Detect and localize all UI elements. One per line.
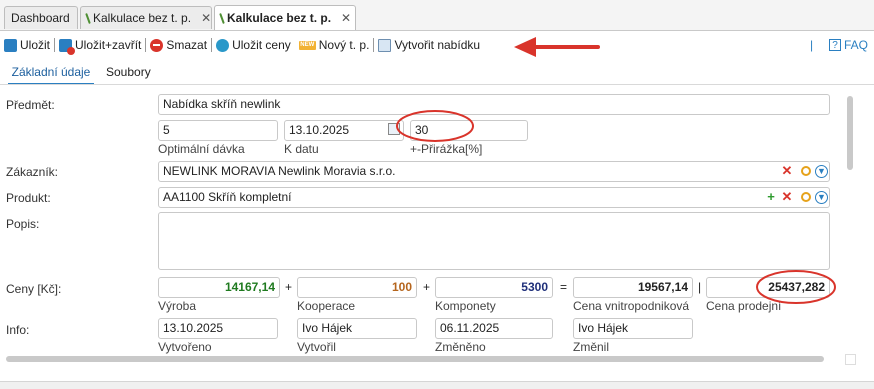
internal-price-label: Cena vnitropodniková	[573, 299, 690, 313]
delete-button[interactable]: Smazat	[146, 38, 211, 52]
surcharge-label: +-Přirážka[%]	[410, 142, 483, 156]
horizontal-scrollbar[interactable]	[6, 356, 824, 362]
divider	[0, 84, 874, 85]
created-label: Vytvořeno	[158, 340, 212, 354]
batch-label: Optimální dávka	[158, 142, 245, 156]
new-icon: NEW	[298, 40, 316, 50]
help-icon: ?	[828, 39, 841, 51]
prices-label: Ceny [Kč]:	[6, 282, 62, 296]
money-icon	[219, 12, 225, 24]
date-field[interactable]: 13.10.2025	[284, 120, 404, 141]
created-field[interactable]: 13.10.2025	[158, 318, 278, 339]
tab-files-label: Soubory	[106, 65, 151, 79]
subject-label: Předmět:	[6, 98, 55, 112]
production-label: Výroba	[158, 299, 197, 313]
description-field[interactable]	[158, 212, 830, 270]
batch-field[interactable]: 5	[158, 120, 278, 141]
changed-by-label: Změnil	[573, 340, 610, 354]
vertical-scrollbar[interactable]	[847, 96, 853, 170]
add-icon[interactable]: +	[764, 190, 778, 204]
save-icon	[4, 38, 17, 52]
search-icon[interactable]	[801, 192, 811, 202]
faq-button[interactable]: ? FAQ	[828, 38, 868, 52]
tab-label: Dashboard	[11, 11, 70, 25]
chevron-down-icon[interactable]: ▼	[815, 165, 828, 178]
tab-calculation-1[interactable]: Kalkulace bez t. p. ✕	[80, 6, 212, 29]
save-prices-label: Uložit ceny	[232, 38, 291, 52]
clear-icon[interactable]: ✕	[780, 190, 794, 204]
date-label: K datu	[284, 142, 319, 156]
components-field[interactable]: 5300	[435, 277, 553, 298]
save-close-icon	[59, 38, 76, 55]
info-label: Info:	[6, 323, 30, 337]
components-label: Komponety	[435, 299, 496, 313]
scroll-corner	[845, 354, 856, 365]
clear-icon[interactable]: ✕	[780, 164, 794, 178]
tab-label: Kalkulace bez t. p.	[93, 11, 192, 25]
create-offer-button[interactable]: Vytvořit nabídku	[374, 38, 484, 52]
tab-label: Kalkulace bez t. p.	[227, 11, 332, 25]
search-icon[interactable]	[801, 166, 811, 176]
annotation-arrow	[514, 37, 600, 57]
internal-price-field[interactable]: 19567,14	[573, 277, 693, 298]
subject-field[interactable]: Nabídka skříň newlink	[158, 94, 830, 115]
customer-label: Zákazník:	[6, 165, 59, 179]
description-label: Popis:	[6, 217, 40, 231]
new-tp-button[interactable]: NEW Nový t. p.	[295, 38, 374, 52]
annotation-circle	[396, 110, 474, 142]
annotation-circle	[756, 270, 836, 304]
faq-label: FAQ	[843, 38, 868, 52]
save-close-label: Uložit+zavřít	[75, 38, 142, 52]
changed-label: Změněno	[435, 340, 486, 354]
save-label: Uložit	[20, 38, 51, 52]
cooperation-label: Kooperace	[297, 299, 356, 313]
money-icon	[85, 12, 91, 24]
toolbar-separator: |	[810, 38, 814, 52]
delete-icon	[150, 38, 164, 52]
divider-bar: |	[698, 280, 702, 294]
created-by-field[interactable]: Ivo Hájek	[297, 318, 417, 339]
plus-operator: +	[285, 280, 293, 294]
product-field[interactable]: AA1100 Skříň kompletní	[158, 187, 830, 208]
create-offer-label: Vytvořit nabídku	[394, 38, 481, 52]
equals-operator: =	[560, 280, 568, 294]
save-prices-button[interactable]: Uložit ceny	[212, 38, 295, 52]
delete-label: Smazat	[166, 38, 208, 52]
chevron-down-icon[interactable]: ▼	[815, 191, 828, 204]
production-field[interactable]: 14167,14	[158, 277, 280, 298]
close-icon[interactable]: ✕	[341, 11, 351, 25]
cooperation-field[interactable]: 100	[297, 277, 417, 298]
tab-basic-info[interactable]: Základní údaje	[8, 63, 94, 85]
changed-by-field[interactable]: Ivo Hájek	[573, 318, 693, 339]
save-button[interactable]: Uložit	[0, 38, 54, 52]
prices-icon	[216, 38, 230, 52]
new-tp-label: Nový t. p.	[318, 38, 370, 52]
toolbar: Uložit Uložit+zavřít Smazat Uložit ceny …	[0, 34, 484, 56]
tab-calculation-2[interactable]: Kalkulace bez t. p. ✕	[214, 5, 356, 30]
close-icon[interactable]: ✕	[201, 11, 211, 25]
tab-dashboard[interactable]: Dashboard	[4, 6, 78, 29]
tab-basic-label: Základní údaje	[11, 65, 91, 79]
tab-files[interactable]: Soubory	[106, 63, 151, 83]
created-by-label: Vytvořil	[297, 340, 336, 354]
product-label: Produkt:	[6, 191, 51, 205]
document-icon	[378, 38, 392, 52]
plus-operator: +	[423, 280, 431, 294]
save-close-button[interactable]: Uložit+zavřít	[55, 38, 145, 55]
changed-field[interactable]: 06.11.2025	[435, 318, 553, 339]
customer-field[interactable]: NEWLINK MORAVIA Newlink Moravia s.r.o.	[158, 161, 830, 182]
